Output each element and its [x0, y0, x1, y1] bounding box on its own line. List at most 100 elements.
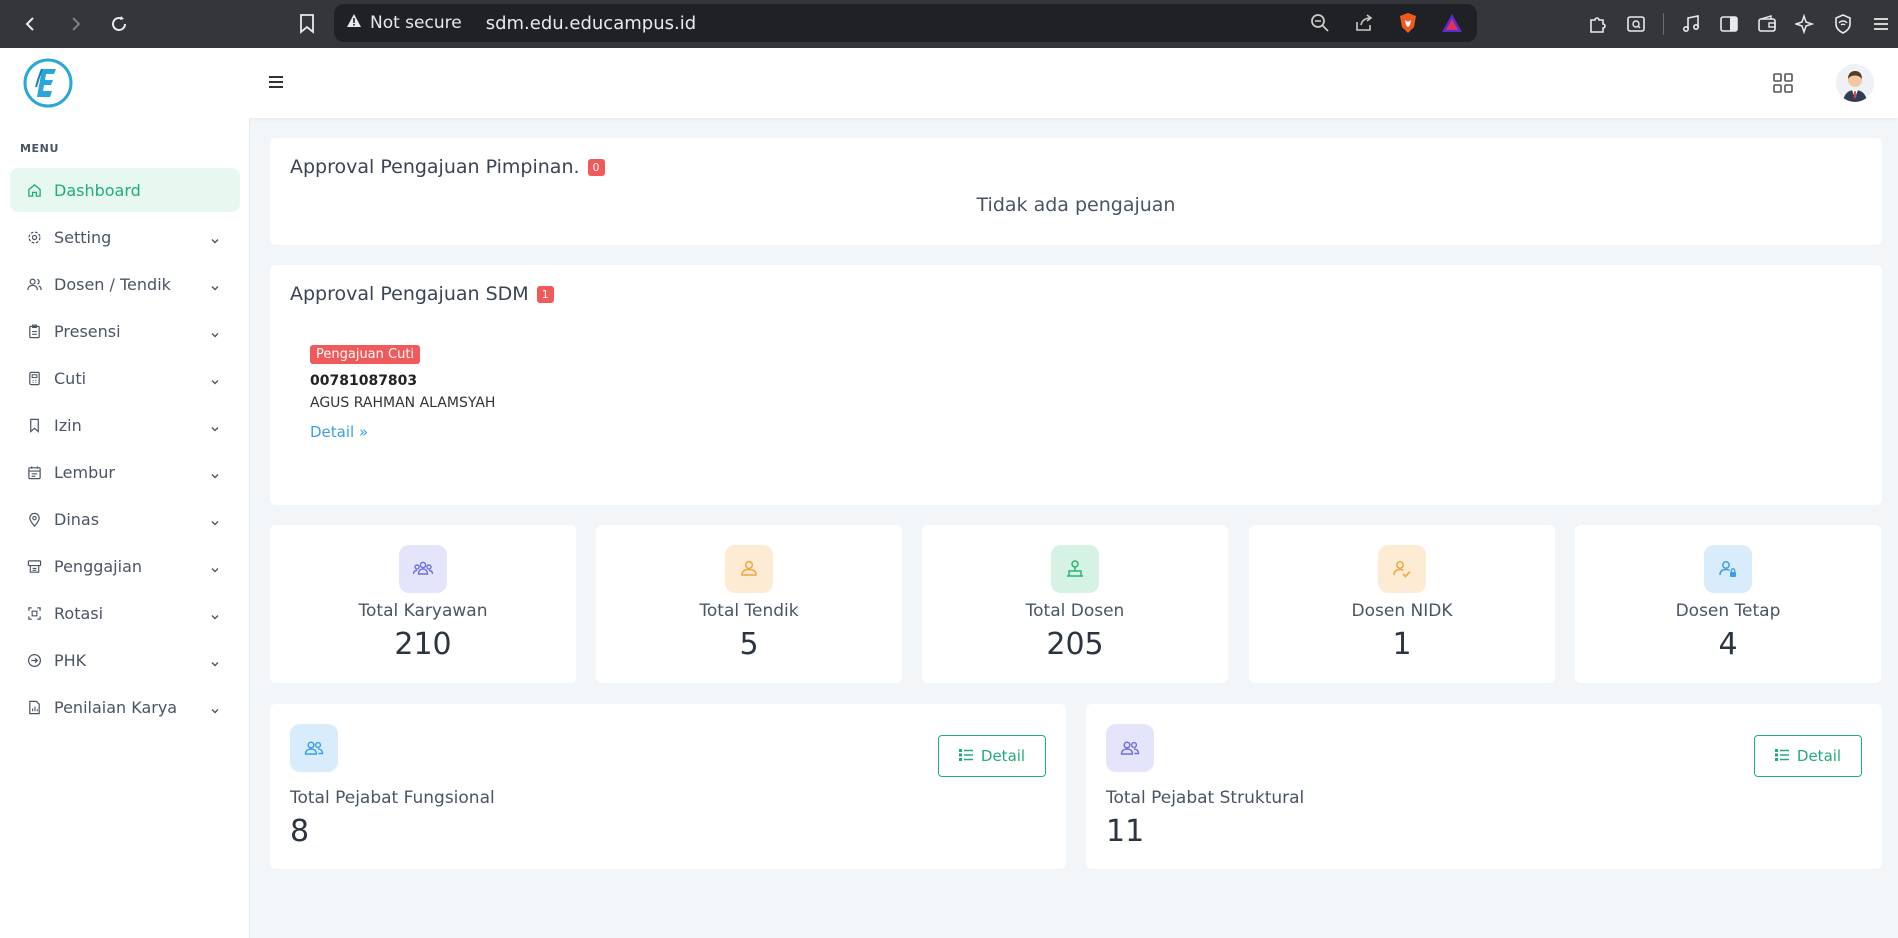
forward-icon[interactable] [60, 9, 90, 39]
sidebar-item-phk[interactable]: PHK [10, 638, 240, 682]
sidebar: MENU Dashboard Setting Dosen / Tendik Pr… [0, 118, 250, 938]
vpn-shield-icon[interactable] [1832, 13, 1854, 35]
sidebar-item-label: Lembur [54, 462, 115, 482]
screenshot-search-icon[interactable] [1625, 13, 1647, 35]
card-header: Approval Pengajuan Pimpinan. 0 [290, 156, 605, 178]
warning-icon [346, 13, 362, 33]
approval-sdm-card: Approval Pengajuan SDM 1 Pengajuan Cuti … [270, 265, 1882, 505]
address-bar[interactable]: Not secure sdm.edu.educampus.id [334, 4, 1477, 42]
user-avatar[interactable] [1836, 64, 1874, 102]
sidebar-item-penggajian[interactable]: Penggajian [10, 544, 240, 588]
stat-card-dosen-tetap: Dosen Tetap 4 [1575, 525, 1881, 683]
brave-shield-icon[interactable] [1397, 12, 1419, 34]
sidebar-item-dinas[interactable]: Dinas [10, 497, 240, 541]
users-icon [290, 724, 338, 772]
chevron-down-icon [210, 654, 220, 667]
sidebar-item-label: PHK [54, 650, 87, 670]
map-pin-icon [26, 511, 42, 527]
chevron-down-icon [210, 419, 220, 432]
brave-rewards-icon[interactable] [1441, 12, 1463, 34]
security-label: Not secure [370, 13, 462, 33]
stat-value: 5 [739, 627, 759, 662]
apps-grid-icon[interactable] [1772, 72, 1794, 94]
file-chart-icon [26, 699, 42, 715]
user-check-icon [1378, 545, 1426, 593]
chevron-down-icon [210, 560, 220, 573]
chevron-down-icon [210, 607, 220, 620]
url-text[interactable]: sdm.edu.educampus.id [486, 13, 696, 34]
extensions-icon[interactable] [1587, 13, 1609, 35]
sidebar-item-label: Rotasi [54, 603, 104, 623]
chevron-down-icon [210, 231, 220, 244]
sidebar-item-dashboard[interactable]: Dashboard [10, 168, 240, 212]
sidebar-item-izin[interactable]: Izin [10, 403, 240, 447]
sidebar-item-penilaian-karya[interactable]: Penilaian Karya [10, 685, 240, 729]
sidebar-toggle-icon[interactable] [1718, 13, 1740, 35]
list-icon [958, 747, 973, 765]
users-icon [1106, 724, 1154, 772]
sidebar-item-label: Dosen / Tendik [54, 274, 171, 294]
menu-icon[interactable] [1870, 13, 1892, 35]
pejabat-value: 8 [290, 814, 310, 849]
chevron-down-icon [210, 513, 220, 526]
sidebar-item-cuti[interactable]: Cuti [10, 356, 240, 400]
app-header [0, 48, 1898, 118]
chevron-down-icon [210, 278, 220, 291]
stat-card-dosen-nidk: Dosen NIDK 1 [1249, 525, 1555, 683]
sidebar-item-setting[interactable]: Setting [10, 215, 240, 259]
sidebar-menu: Dashboard Setting Dosen / Tendik Presens… [10, 168, 240, 732]
stat-label: Total Dosen [1025, 601, 1125, 621]
chevron-down-icon [210, 372, 220, 385]
chevron-down-icon [210, 325, 220, 338]
pejabat-struktural-card: Total Pejabat Struktural 11 Detail [1086, 704, 1882, 869]
gear-icon [26, 229, 42, 245]
zoom-icon[interactable] [1309, 12, 1331, 34]
stat-label: Total Karyawan [358, 601, 488, 621]
calendar-icon [26, 464, 42, 480]
clipboard-icon [26, 323, 42, 339]
teacher-icon [1051, 545, 1099, 593]
sidebar-item-rotasi[interactable]: Rotasi [10, 591, 240, 635]
approval-pimpinan-title: Approval Pengajuan Pimpinan. [290, 156, 580, 178]
music-icon[interactable] [1680, 13, 1702, 35]
ai-sparkle-icon[interactable] [1794, 13, 1816, 35]
security-indicator[interactable]: Not secure [346, 13, 462, 33]
detail-button-label: Detail [1796, 747, 1842, 765]
detail-button[interactable]: Detail [1754, 735, 1862, 777]
payroll-icon [26, 558, 42, 574]
browser-nav [0, 9, 290, 39]
back-icon[interactable] [16, 9, 46, 39]
chevron-down-icon [210, 466, 220, 479]
sidebar-item-lembur[interactable]: Lembur [10, 450, 240, 494]
home-icon [26, 182, 42, 198]
count-badge: 0 [587, 158, 605, 176]
reload-icon[interactable] [104, 9, 134, 39]
sidebar-toggle-icon[interactable] [266, 72, 286, 92]
stat-label: Total Tendik [699, 601, 799, 621]
sidebar-item-dosen-tendik[interactable]: Dosen / Tendik [10, 262, 240, 306]
request-detail-link[interactable]: Detail » [310, 423, 368, 441]
stat-value: 1 [1392, 627, 1412, 662]
wallet-icon[interactable] [1756, 13, 1778, 35]
stat-card-total-tendik: Total Tendik 5 [596, 525, 902, 683]
group-icon [399, 545, 447, 593]
sidebar-item-label: Izin [54, 415, 82, 435]
user-icon [725, 545, 773, 593]
approval-sdm-title: Approval Pengajuan SDM [290, 283, 529, 305]
stat-value: 205 [1046, 627, 1104, 662]
educampus-logo[interactable] [22, 57, 74, 109]
empty-state-text: Tidak ada pengajuan [976, 194, 1176, 216]
bookmark-icon[interactable] [292, 9, 322, 39]
detail-button[interactable]: Detail [938, 735, 1046, 777]
sidebar-item-label: Dinas [54, 509, 100, 529]
user-lock-icon [1704, 545, 1752, 593]
rotate-icon [26, 605, 42, 621]
sidebar-item-label: Cuti [54, 368, 87, 388]
share-icon[interactable] [1353, 12, 1375, 34]
menu-heading: MENU [20, 142, 59, 155]
stat-value: 4 [1718, 627, 1738, 662]
exit-icon [26, 652, 42, 668]
detail-button-label: Detail [980, 747, 1026, 765]
sidebar-item-presensi[interactable]: Presensi [10, 309, 240, 353]
stat-value: 210 [394, 627, 452, 662]
